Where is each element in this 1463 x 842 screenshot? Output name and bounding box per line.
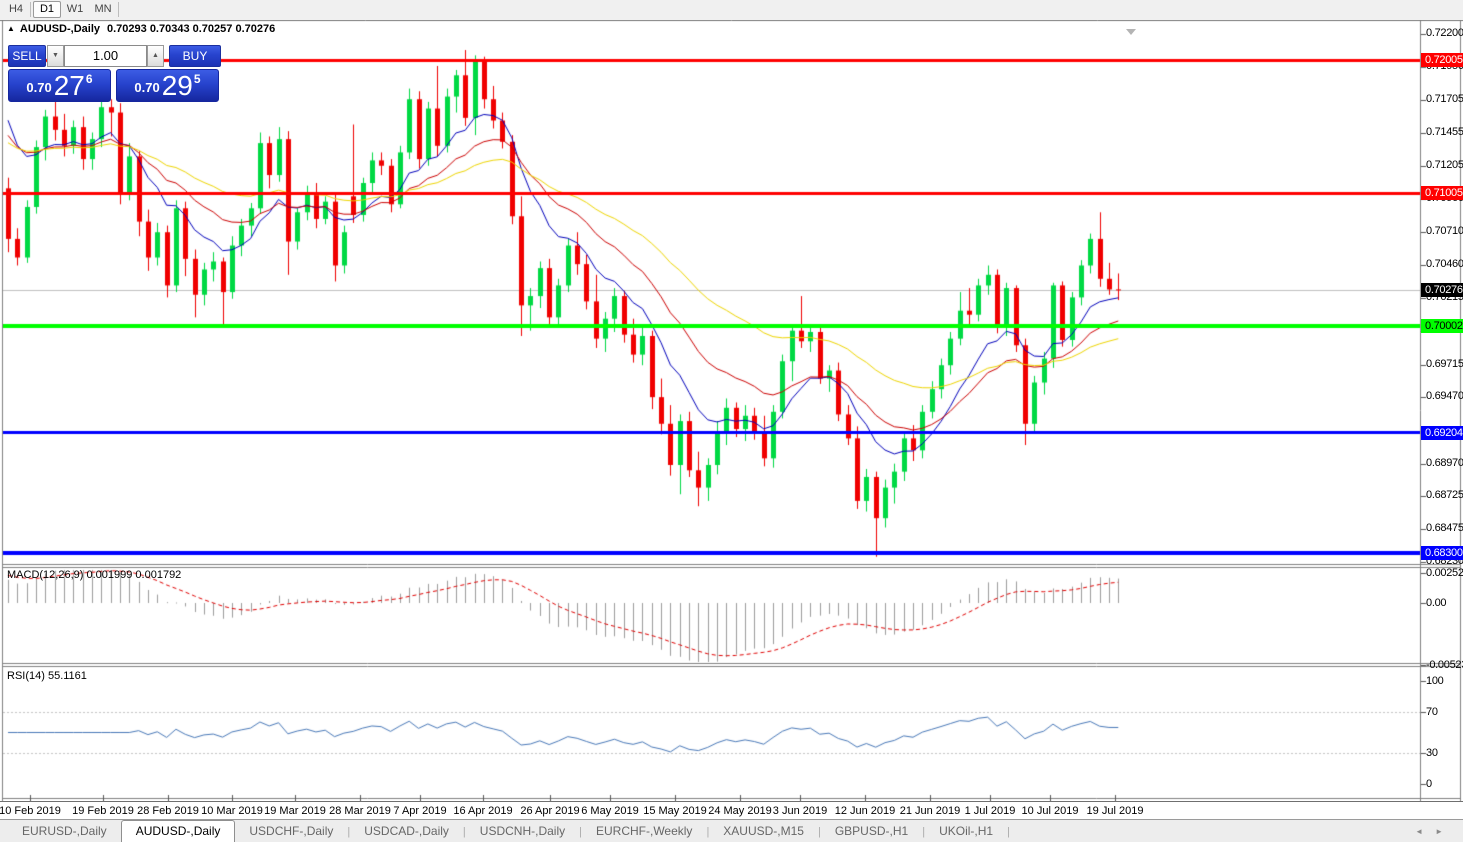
buy-price-prefix: 0.70 — [134, 80, 160, 95]
chart-tab-gbpusdh1[interactable]: GBPUSD-,H1 — [821, 821, 922, 842]
price-level-badge: 0.72005 — [1421, 53, 1463, 67]
rsi-label: RSI(14) 55.1161 — [7, 670, 87, 682]
macd-label: MACD(12,26,9) 0.001999 0.001792 — [7, 569, 181, 581]
chart-tab-usdcnhdaily[interactable]: USDCNH-,Daily — [466, 821, 579, 842]
chart-symbol-label: AUDUSD-,Daily — [19, 23, 100, 35]
rsi-axis-label: 0 — [1426, 778, 1432, 790]
toolbar-separator — [118, 2, 119, 17]
date-axis-label: 24 May 2019 — [708, 805, 772, 817]
chart-ohlc-values: 0.70293 0.70343 0.70257 0.70276 — [107, 23, 276, 35]
date-axis-label: 28 Mar 2019 — [329, 805, 391, 817]
price-axis-label: 0.68970 — [1426, 456, 1463, 469]
price-level-badge: 0.71005 — [1421, 186, 1463, 200]
timeframe-button-h4[interactable]: H4 — [3, 1, 29, 17]
chart-tab-usdcaddaily[interactable]: USDCAD-,Daily — [350, 821, 463, 842]
collapse-triangle-icon[interactable]: ▲ — [7, 24, 15, 33]
sell-price-box[interactable]: 0.70 27 6 — [8, 69, 111, 102]
date-axis-label: 16 Apr 2019 — [453, 805, 513, 817]
chart-tab-audusddaily[interactable]: AUDUSD-,Daily — [120, 820, 236, 842]
timeframe-toolbar: H4 D1 W1 MN — [0, 0, 1463, 20]
chart-tab-xauusdm15[interactable]: XAUUSD-,M15 — [709, 821, 818, 842]
price-axis-label: 0.71205 — [1426, 159, 1463, 172]
price-level-badge: 0.70002 — [1421, 319, 1463, 334]
chart-tab-eurchfweekly[interactable]: EURCHF-,Weekly — [582, 821, 706, 842]
price-axis-label: 0.71455 — [1426, 126, 1463, 139]
sell-button[interactable]: SELL — [8, 45, 46, 67]
date-axis-label: 1 Jul 2019 — [964, 805, 1016, 817]
date-axis-label: 19 Feb 2019 — [72, 805, 134, 817]
date-axis-label: 7 Apr 2019 — [393, 805, 447, 817]
price-axis-label: 0.68475 — [1426, 522, 1463, 535]
price-axis-label: 0.70710 — [1426, 225, 1463, 238]
date-axis-label: 28 Feb 2019 — [137, 805, 199, 817]
buy-price-pip: 5 — [193, 72, 201, 86]
sell-price-main: 27 — [53, 70, 85, 101]
chart-tab-eurusddaily[interactable]: EURUSD-,Daily — [8, 821, 121, 842]
tab-scroll-left-icon[interactable]: ◄ — [1415, 827, 1423, 836]
trading-terminal: H4 D1 W1 MN ▲ AUDUSD-,Daily 0.70293 0.7034… — [0, 0, 1463, 842]
date-axis-label: 10 Mar 2019 — [201, 805, 263, 817]
price-axis-label: 0.72200 — [1426, 27, 1463, 40]
macd-axis-label: 0.00 — [1426, 597, 1447, 609]
rsi-value: 55.1161 — [47, 670, 87, 682]
sell-price-prefix: 0.70 — [26, 80, 52, 95]
buy-price-box[interactable]: 0.70 29 5 — [116, 69, 219, 102]
date-axis-label: 12 Jun 2019 — [834, 805, 896, 817]
date-axis-label: 19 Mar 2019 — [264, 805, 326, 817]
chart-tab-ukoilh1[interactable]: UKOil-,H1 — [925, 821, 1007, 842]
toolbar-separator — [30, 2, 31, 17]
sell-price-pip: 6 — [85, 72, 93, 86]
date-axis-label: 19 Jul 2019 — [1086, 805, 1144, 817]
rsi-name: RSI(14) — [7, 670, 45, 682]
date-axis-label: 6 May 2019 — [581, 805, 639, 817]
price-chart-canvas[interactable] — [0, 20, 1463, 802]
macd-axis-label: 0.002522 — [1426, 566, 1463, 579]
one-click-trade-panel: SELL ▼ 1.00 ▲ BUY 0.70 27 6 0.70 29 5 — [8, 45, 221, 104]
tab-scroll-right-icon[interactable]: ► — [1435, 827, 1443, 836]
macd-axis-label: -0.005234 — [1426, 659, 1463, 672]
price-level-badge: 0.68300 — [1421, 545, 1463, 560]
tab-bar: ◄ ► EURUSD-,Daily AUDUSD-,Daily USDCHF-,Da… — [0, 819, 1463, 842]
price-axis-label: 0.70460 — [1426, 258, 1463, 271]
chart-shift-marker-icon[interactable] — [1126, 29, 1136, 35]
tab-separator: | — [1007, 826, 1010, 838]
macd-values: 0.001999 0.001792 — [86, 569, 182, 581]
date-axis-label: 10 Jul 2019 — [1021, 805, 1079, 817]
volume-input[interactable]: 1.00 — [64, 45, 147, 67]
chart-tab-usdchfdaily[interactable]: USDCHF-,Daily — [235, 821, 347, 842]
volume-decrease-button[interactable]: ▼ — [47, 45, 64, 67]
buy-button[interactable]: BUY — [169, 45, 221, 67]
rsi-axis-label: 30 — [1426, 747, 1438, 760]
rsi-axis-label: 70 — [1426, 705, 1438, 718]
price-level-badge: 0.70276 — [1421, 282, 1463, 297]
date-axis-label: 26 Apr 2019 — [520, 805, 580, 817]
date-axis-label: 10 Feb 2019 — [0, 805, 61, 817]
timeframe-button-d1[interactable]: D1 — [33, 1, 61, 18]
date-axis-label: 15 May 2019 — [643, 805, 707, 817]
price-axis-label: 0.68725 — [1426, 489, 1463, 502]
price-axis-label: 0.71705 — [1426, 92, 1463, 105]
volume-increase-button[interactable]: ▲ — [147, 45, 164, 67]
price-axis-label: 0.69470 — [1426, 390, 1463, 403]
rsi-axis-label: 100 — [1426, 675, 1444, 687]
chart-title: ▲ AUDUSD-,Daily 0.70293 0.70343 0.70257 0.… — [7, 23, 275, 35]
timeframe-button-mn[interactable]: MN — [90, 1, 116, 17]
date-axis-label: 3 Jun 2019 — [772, 805, 828, 817]
price-axis-label: 0.69715 — [1426, 357, 1463, 370]
price-level-badge: 0.69204 — [1421, 425, 1463, 440]
buy-price-main: 29 — [161, 70, 193, 101]
date-axis-label: 21 Jun 2019 — [899, 805, 961, 817]
macd-name: MACD(12,26,9) — [7, 569, 84, 581]
timeframe-button-w1[interactable]: W1 — [62, 1, 88, 17]
